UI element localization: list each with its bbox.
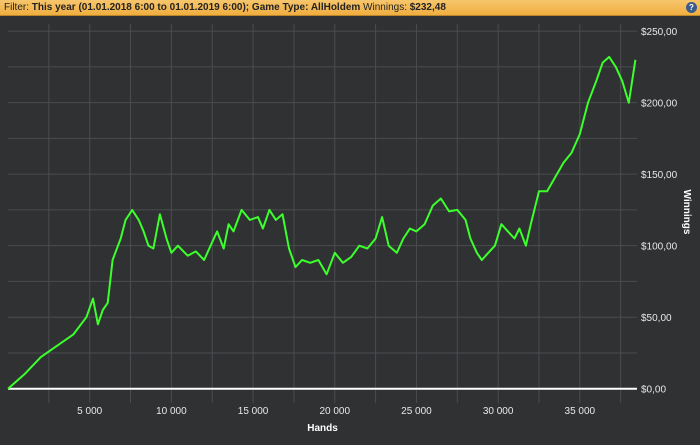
- x-tick-label: 10 000: [156, 406, 187, 417]
- x-tick-label: 15 000: [238, 406, 269, 417]
- winnings-chart: 5 000 10 000 15 000 20 000 25 000 30 000 35 00…: [7, 24, 692, 434]
- x-tick-label: 25 000: [401, 406, 432, 417]
- x-tick-label: 30 000: [483, 406, 514, 417]
- filter-description: This year (01.01.2018 6:00 to 01.01.2019…: [31, 2, 361, 13]
- winnings-series-line: [7, 55, 637, 390]
- y-tick-label: $250,00: [641, 27, 678, 38]
- x-tick-label: 35 000: [565, 406, 596, 417]
- filter-prefix: Filter:: [4, 2, 32, 13]
- x-tick-label: 20 000: [319, 406, 350, 417]
- x-axis-label: Hands: [307, 423, 338, 434]
- x-tick-label: 5 000: [77, 406, 102, 417]
- help-icon[interactable]: ?: [686, 2, 697, 13]
- x-axis-ticks: 5 000 10 000 15 000 20 000 25 000 30 000 35 00…: [77, 406, 595, 417]
- y-tick-label: $50,00: [641, 313, 672, 324]
- y-tick-label: $200,00: [641, 99, 678, 110]
- y-tick-label: $100,00: [641, 242, 678, 253]
- filter-text: Filter: This year (01.01.2018 6:00 to 01…: [4, 0, 446, 15]
- chart-grid: [8, 24, 637, 403]
- filter-bar: Filter: This year (01.01.2018 6:00 to 01…: [0, 0, 700, 16]
- y-axis-label: Winnings: [681, 190, 692, 235]
- winnings-value: $232,48: [409, 2, 446, 13]
- winnings-label: Winnings:: [360, 2, 410, 13]
- y-tick-label: $0,00: [641, 385, 666, 396]
- y-axis-ticks: $0,00 $50,00 $100,00 $150,00 $200,00 $250,00: [641, 27, 678, 396]
- y-tick-label: $150,00: [641, 170, 678, 181]
